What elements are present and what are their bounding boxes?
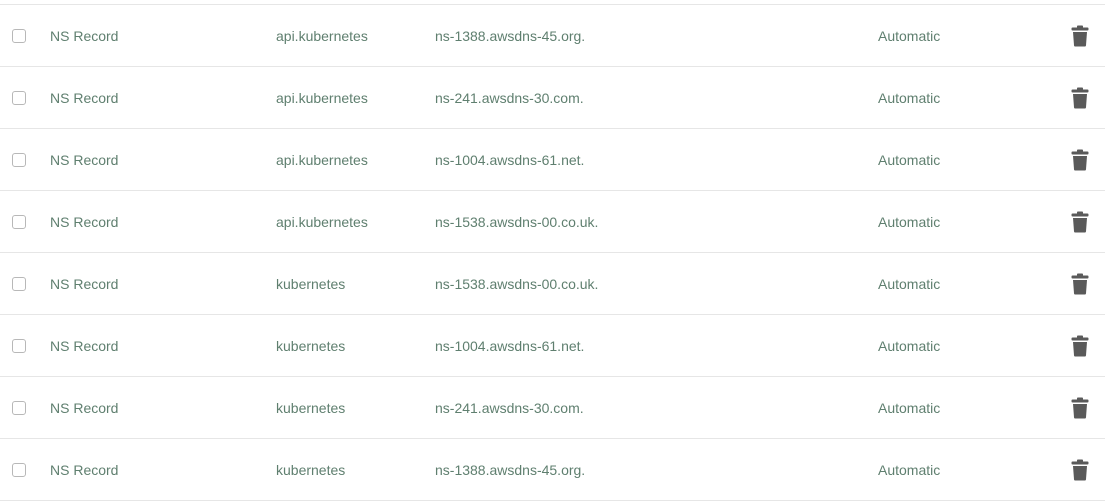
record-name: kubernetes <box>276 337 346 354</box>
row-checkbox-cell <box>12 5 26 66</box>
delete-record-button[interactable] <box>1071 191 1089 252</box>
delete-record-button[interactable] <box>1071 67 1089 128</box>
row-checkbox-cell <box>12 67 26 128</box>
row-checkbox[interactable] <box>12 462 26 477</box>
record-ttl: Automatic <box>878 151 941 168</box>
row-checkbox-cell <box>12 315 26 376</box>
record-type: NS Record <box>50 89 119 106</box>
record-type: NS Record <box>50 461 119 478</box>
record-value: ns-1538.awsdns-00.co.uk. <box>435 275 599 292</box>
trash-icon <box>1071 211 1089 232</box>
dns-records-table: NS Record api.kubernetes ns-1388.awsdns-… <box>0 0 1105 501</box>
record-ttl: Automatic <box>878 213 941 230</box>
row-checkbox-cell <box>12 191 26 252</box>
row-checkbox[interactable] <box>12 28 26 43</box>
trash-icon <box>1071 149 1089 170</box>
delete-record-button[interactable] <box>1071 5 1089 66</box>
record-type: NS Record <box>50 27 119 44</box>
table-row: NS Record kubernetes ns-241.awsdns-30.co… <box>0 377 1105 439</box>
row-checkbox[interactable] <box>12 276 26 291</box>
record-name: api.kubernetes <box>276 213 368 230</box>
record-type: NS Record <box>50 275 119 292</box>
row-checkbox[interactable] <box>12 214 26 229</box>
table-row: NS Record api.kubernetes ns-1004.awsdns-… <box>0 129 1105 191</box>
record-ttl: Automatic <box>878 275 941 292</box>
record-ttl: Automatic <box>878 461 941 478</box>
record-name: kubernetes <box>276 461 346 478</box>
trash-icon <box>1071 25 1089 46</box>
record-ttl: Automatic <box>878 399 941 416</box>
row-checkbox[interactable] <box>12 152 26 167</box>
record-name: kubernetes <box>276 399 346 416</box>
record-ttl: Automatic <box>878 337 941 354</box>
row-checkbox[interactable] <box>12 338 26 353</box>
record-value: ns-1388.awsdns-45.org. <box>435 27 586 44</box>
record-type: NS Record <box>50 213 119 230</box>
trash-icon <box>1071 335 1089 356</box>
row-checkbox-cell <box>12 129 26 190</box>
row-checkbox[interactable] <box>12 90 26 105</box>
record-value: ns-241.awsdns-30.com. <box>435 399 584 416</box>
record-ttl: Automatic <box>878 89 941 106</box>
delete-record-button[interactable] <box>1071 315 1089 376</box>
table-row: NS Record api.kubernetes ns-1538.awsdns-… <box>0 191 1105 253</box>
delete-record-button[interactable] <box>1071 253 1089 314</box>
row-checkbox-cell <box>12 439 26 500</box>
delete-record-button[interactable] <box>1071 439 1089 500</box>
record-name: api.kubernetes <box>276 27 368 44</box>
record-value: ns-241.awsdns-30.com. <box>435 89 584 106</box>
row-checkbox-cell <box>12 377 26 438</box>
delete-record-button[interactable] <box>1071 129 1089 190</box>
record-value: ns-1004.awsdns-61.net. <box>435 151 585 168</box>
record-value: ns-1004.awsdns-61.net. <box>435 337 585 354</box>
record-type: NS Record <box>50 399 119 416</box>
table-row: NS Record kubernetes ns-1388.awsdns-45.o… <box>0 439 1105 501</box>
record-type: NS Record <box>50 151 119 168</box>
table-row: NS Record kubernetes ns-1004.awsdns-61.n… <box>0 315 1105 377</box>
record-value: ns-1538.awsdns-00.co.uk. <box>435 213 599 230</box>
record-value: ns-1388.awsdns-45.org. <box>435 461 586 478</box>
delete-record-button[interactable] <box>1071 377 1089 438</box>
table-row: NS Record api.kubernetes ns-1388.awsdns-… <box>0 5 1105 67</box>
trash-icon <box>1071 397 1089 418</box>
record-name: kubernetes <box>276 275 346 292</box>
trash-icon <box>1071 459 1089 480</box>
record-ttl: Automatic <box>878 27 941 44</box>
record-name: api.kubernetes <box>276 151 368 168</box>
table-row: NS Record kubernetes ns-1538.awsdns-00.c… <box>0 253 1105 315</box>
row-checkbox[interactable] <box>12 400 26 415</box>
table-row: NS Record api.kubernetes ns-241.awsdns-3… <box>0 67 1105 129</box>
trash-icon <box>1071 273 1089 294</box>
row-checkbox-cell <box>12 253 26 314</box>
record-type: NS Record <box>50 337 119 354</box>
trash-icon <box>1071 87 1089 108</box>
record-name: api.kubernetes <box>276 89 368 106</box>
